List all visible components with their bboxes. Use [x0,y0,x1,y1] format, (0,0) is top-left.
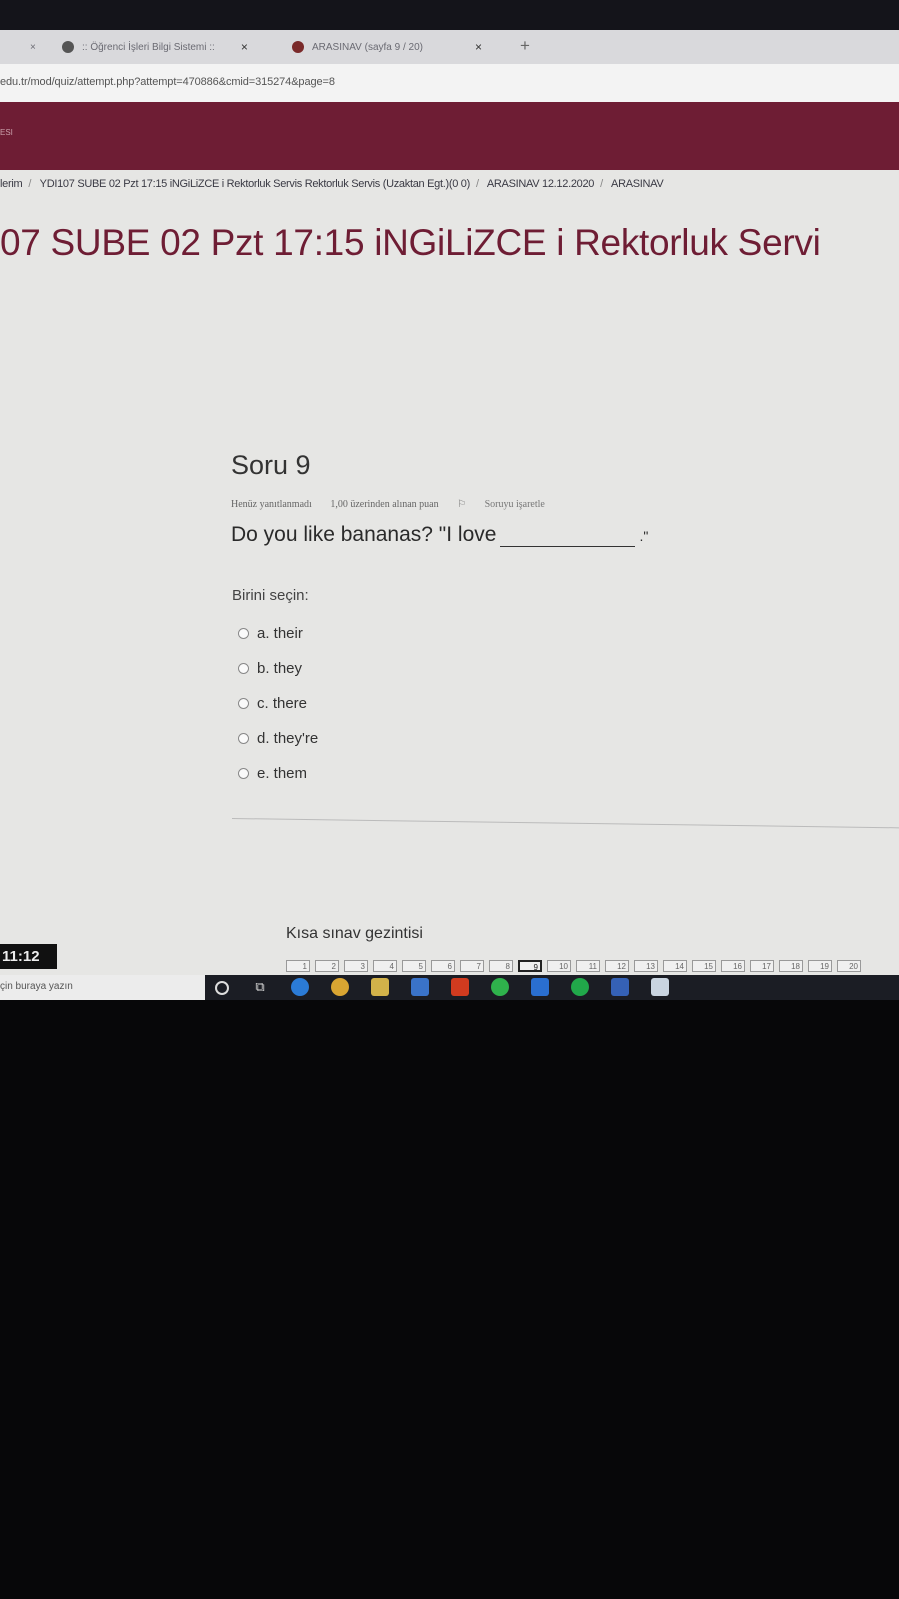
quiz-navigation-title: Kısa sınav gezintisi [286,925,423,942]
answer-blank [500,528,636,547]
file-explorer-icon[interactable] [371,978,389,996]
quiz-nav-page-button[interactable]: 12 [605,960,629,972]
radio-button[interactable] [238,768,249,779]
quiz-nav-page-button[interactable]: 8 [489,960,513,972]
radio-button[interactable] [238,733,249,744]
question-heading: Soru 9 [231,450,311,480]
taskbar-search-input[interactable]: çin buraya yazın [0,975,205,1000]
breadcrumb: lerim / YDI107 SUBE 02 Pzt 17:15 iNGiLiZC… [0,178,664,190]
tab-bar: × :: Öğrenci İşleri Bilgi Sistemi :: × A… [0,30,899,64]
mail-icon[interactable] [411,978,429,996]
tab-arasinav[interactable]: ARASINAV (sayfa 9 / 20) × [292,34,482,60]
answer-option-b[interactable]: b. they [238,651,318,686]
flag-label: Soruyu işaretle [484,499,545,510]
answer-label: b. they [257,660,303,677]
answer-option-d[interactable]: d. they're [238,721,318,756]
windows-taskbar: çin buraya yazın ⧉ [0,975,899,1000]
answer-option-c[interactable]: c. there [238,686,318,721]
url-text[interactable]: edu.tr/mod/quiz/attempt.php?attempt=4708… [0,76,335,88]
browser-screen: × :: Öğrenci İşleri Bilgi Sistemi :: × A… [0,0,899,1000]
question-text: Do you like bananas? "I love ." [231,523,648,547]
question-info: Henüz yanıtlanmadı 1,00 üzerinden alınan… [231,499,577,510]
quiz-navigation-buttons: 1 2 3 4 5 6 7 8 9 10 11 12 13 14 15 16 17 18 19 20 [286,960,866,972]
chrome-icon[interactable] [331,978,349,996]
edge-icon[interactable] [291,978,309,996]
quiz-nav-page-button[interactable]: 20 [837,960,861,972]
search-placeholder: çin buraya yazın [0,981,73,992]
quiz-nav-page-button[interactable]: 2 [315,960,339,972]
quiz-nav-page-button[interactable]: 5 [402,960,426,972]
question-text-body: Do you like bananas? "I love [231,523,497,546]
radio-button[interactable] [238,663,249,674]
office-icon[interactable] [451,978,469,996]
answer-label: a. their [257,625,303,642]
flag-question-button[interactable]: ⚐ Soruyu işaretle [457,499,561,510]
quiz-nav-page-button[interactable]: 11 [576,960,600,972]
answer-label: d. they're [257,730,319,747]
quiz-nav-page-button[interactable]: 3 [344,960,368,972]
quiz-nav-page-button[interactable]: 17 [750,960,774,972]
cortana-icon[interactable] [215,981,229,995]
spotify-icon[interactable] [571,978,589,996]
choose-one-prompt: Birini seçin: [232,587,309,604]
tab-student-system[interactable]: :: Öğrenci İşleri Bilgi Sistemi :: × [62,34,248,60]
timer: 11:12 [0,944,57,969]
quiz-nav-page-button[interactable]: 15 [692,960,716,972]
quiz-nav-page-button[interactable]: 18 [779,960,803,972]
quiz-nav-page-button[interactable]: 19 [808,960,832,972]
site-favicon-icon [292,41,304,53]
question-status: Henüz yanıtlanmadı [231,499,312,510]
radio-button[interactable] [238,628,249,639]
divider [231,818,899,829]
quiz-nav-page-button[interactable]: 1 [286,960,310,972]
quiz-nav-page-button[interactable]: 10 [547,960,571,972]
radio-button[interactable] [238,698,249,709]
quiz-nav-page-button[interactable]: 6 [431,960,455,972]
breadcrumb-item[interactable]: lerim [0,178,23,190]
store-icon[interactable] [611,978,629,996]
quiz-nav-page-button[interactable]: 13 [634,960,658,972]
task-view-icon[interactable]: ⧉ [251,978,269,996]
taskbar-icons: ⧉ [215,978,691,996]
flag-icon: ⚐ [457,499,467,510]
new-tab-button[interactable]: + [520,36,530,56]
close-icon[interactable]: × [241,40,248,54]
answer-option-e[interactable]: e. them [238,756,318,791]
globe-icon [62,41,74,53]
screen-bezel-top [0,0,899,30]
quiz-nav-page-button[interactable]: 16 [721,960,745,972]
address-bar[interactable]: edu.tr/mod/quiz/attempt.php?attempt=4708… [0,64,899,103]
answer-option-a[interactable]: a. their [238,616,318,651]
quiz-nav-page-button[interactable]: 7 [460,960,484,972]
header-fragment: ESI [0,128,13,137]
tab-close-first[interactable]: × [30,34,36,60]
breadcrumb-item[interactable]: ARASINAV [611,178,664,190]
answer-label: e. them [257,765,308,782]
answer-list: a. their b. they c. there d. they're e. … [238,616,318,791]
breadcrumb-item[interactable]: ARASINAV 12.12.2020 [487,178,595,190]
answer-label: c. there [257,695,308,712]
quiz-nav-page-button[interactable]: 4 [373,960,397,972]
close-icon[interactable]: × [475,40,482,54]
tab-label: :: Öğrenci İşleri Bilgi Sistemi :: [82,41,215,53]
quiz-nav-page-button[interactable]: 9 [518,960,542,972]
question-marks: 1,00 üzerinden alınan puan [330,499,439,510]
page-title: 07 SUBE 02 Pzt 17:15 iNGiLiZCE i Rektorl… [0,222,821,263]
breadcrumb-item[interactable]: YDI107 SUBE 02 Pzt 17:15 iNGiLiZCE i Rek… [40,178,471,190]
question-text-ending: ." [639,528,649,544]
whatsapp-icon[interactable] [491,978,509,996]
3d-viewer-icon[interactable] [651,978,669,996]
site-header: ESI [0,102,899,170]
quiz-nav-page-button[interactable]: 14 [663,960,687,972]
todo-icon[interactable] [531,978,549,996]
tab-label: ARASINAV (sayfa 9 / 20) [312,41,423,53]
